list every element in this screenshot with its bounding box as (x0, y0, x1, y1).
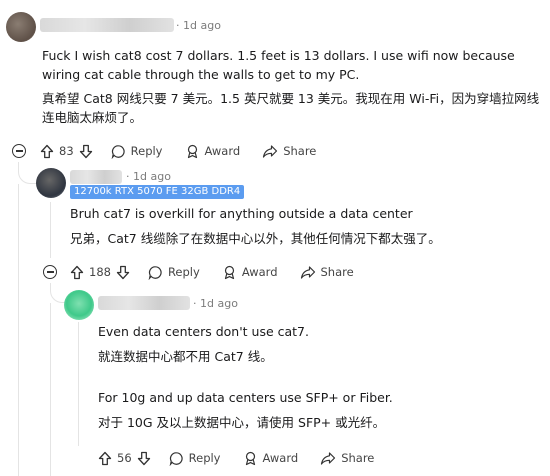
award-label: Award (262, 451, 299, 465)
comment-text-cn: 真希望 Cat8 网线只要 7 美元。1.5 英尺就要 13 美元。我现在用 W… (42, 91, 540, 125)
vote-count: 83 (59, 144, 74, 158)
downvote-icon[interactable] (116, 265, 130, 280)
comment-text-cn: 对于 10G 及以上数据中心，请使用 SFP+ 或光纤。 (98, 415, 386, 430)
award-button[interactable]: Award (185, 144, 241, 159)
reply-button[interactable]: Reply (148, 265, 200, 280)
comment-text-en: Even data centers don't use cat7. (98, 324, 309, 339)
comment-text-cn: 兄弟，Cat7 线缆除了在数据中心以外，其他任何情况下都太强了。 (70, 231, 441, 246)
comment-actions: 56 Reply Award Share (98, 448, 396, 468)
thread-line (78, 322, 79, 446)
award-icon (243, 451, 258, 466)
downvote-icon[interactable] (79, 144, 93, 159)
reply-button[interactable]: Reply (111, 144, 163, 159)
thread-line (18, 184, 19, 476)
comment-thread: · 1d ago Fuck I wish cat8 cost 7 dollars… (0, 0, 550, 476)
comment-bubble-icon (111, 144, 126, 159)
collapse-thread-button[interactable] (43, 265, 57, 279)
username-blurred[interactable] (70, 170, 122, 184)
downvote-icon[interactable] (137, 451, 151, 466)
share-label: Share (320, 265, 354, 279)
comment-bubble-icon (148, 265, 163, 280)
share-label: Share (341, 451, 375, 465)
comment-actions: 83 Reply Award Share (40, 141, 338, 161)
award-label: Award (204, 144, 241, 158)
reply-label: Reply (188, 451, 221, 465)
avatar[interactable] (36, 168, 66, 198)
share-icon (262, 144, 278, 159)
collapse-thread-button[interactable] (12, 144, 26, 158)
reply-label: Reply (130, 144, 163, 158)
thread-connector (18, 162, 38, 184)
avatar[interactable] (64, 290, 94, 320)
username-blurred[interactable] (40, 18, 174, 32)
award-icon (222, 265, 237, 280)
comment-time: · 1d ago (193, 297, 238, 310)
award-button[interactable]: Award (222, 265, 278, 280)
award-button[interactable]: Award (243, 451, 299, 466)
avatar[interactable] (6, 12, 36, 42)
thread-line (50, 303, 51, 476)
award-icon (185, 144, 200, 159)
share-label: Share (283, 144, 317, 158)
vote-control: 83 (40, 144, 93, 159)
comment-text-en: Fuck I wish cat8 cost 7 dollars. 1.5 fee… (42, 48, 515, 82)
user-flair: 12700k RTX 5070 FE 32GB DDR4 (70, 185, 245, 199)
upvote-icon[interactable] (98, 451, 112, 466)
share-button[interactable]: Share (262, 144, 316, 159)
share-button[interactable]: Share (320, 451, 374, 466)
comment-time: · 1d ago (176, 19, 221, 32)
comment-time: · 1d ago (126, 170, 171, 183)
comment-text-en: For 10g and up data centers use SFP+ or … (98, 390, 393, 405)
comment-actions: 188 Reply Award Share (70, 262, 376, 282)
thread-line (50, 202, 51, 258)
reply-label: Reply (167, 265, 200, 279)
upvote-icon[interactable] (40, 144, 54, 159)
comment-text-en: Bruh cat7 is overkill for anything outsi… (70, 206, 413, 221)
share-button[interactable]: Share (300, 265, 354, 280)
vote-control: 56 (98, 451, 151, 466)
vote-control: 188 (70, 265, 130, 280)
share-icon (300, 265, 316, 280)
vote-count: 56 (117, 451, 132, 465)
comment-text-cn: 就连数据中心都不用 Cat7 线。 (98, 349, 273, 364)
upvote-icon[interactable] (70, 265, 84, 280)
comment-bubble-icon (169, 451, 184, 466)
reply-button[interactable]: Reply (169, 451, 221, 466)
vote-count: 188 (89, 265, 111, 279)
award-label: Award (241, 265, 278, 279)
username-blurred[interactable] (98, 296, 190, 310)
share-icon (320, 451, 336, 466)
